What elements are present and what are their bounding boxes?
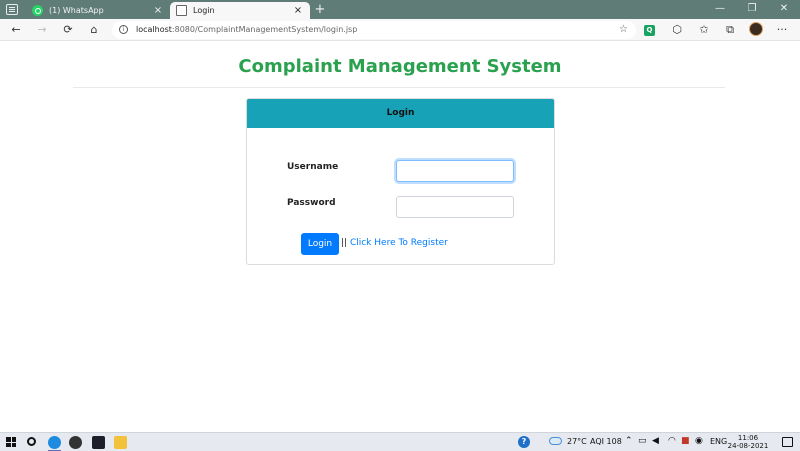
tab-title: Login (193, 6, 215, 15)
notification-icon[interactable] (782, 437, 793, 447)
file-explorer-icon[interactable] (114, 436, 127, 449)
profile-avatar[interactable] (749, 22, 763, 36)
new-tab-button[interactable]: + (313, 2, 327, 17)
wifi-icon[interactable]: ◠ (668, 436, 676, 446)
add-favorite-icon[interactable]: ☆ (619, 21, 628, 39)
home-button[interactable]: ⌂ (86, 22, 102, 38)
language-indicator[interactable]: ENG (710, 437, 727, 446)
windows-start-icon[interactable] (6, 437, 16, 447)
back-button[interactable]: ← (8, 22, 24, 38)
extension-icon[interactable]: Q (644, 25, 655, 36)
browser-tab-strip: (1) WhatsApp × Login × + — ❐ ✕ (0, 0, 800, 19)
favorites-icon[interactable]: ✩ (696, 22, 712, 38)
tab-whatsapp[interactable]: (1) WhatsApp × (26, 2, 170, 19)
address-bar[interactable]: i localhost:8080/ComplaintManagementSyst… (112, 21, 636, 39)
username-input[interactable] (396, 160, 514, 182)
login-button[interactable]: Login (301, 233, 339, 255)
browser-toolbar: ← → ⟳ ⌂ i localhost:8080/ComplaintManage… (0, 19, 800, 41)
clock-time: 11:06 (737, 434, 759, 442)
refresh-button[interactable]: ⟳ (60, 22, 76, 38)
restore-button[interactable]: ❐ (736, 1, 768, 17)
volume-icon[interactable]: ◀ (652, 436, 659, 446)
username-label: Username (287, 162, 339, 172)
extensions-puzzle-icon[interactable]: ⬡ (669, 22, 685, 38)
url-host: localhost (136, 25, 172, 34)
close-tab-icon[interactable]: × (292, 5, 304, 16)
weather-temperature[interactable]: 27°C (567, 437, 587, 446)
close-tab-icon[interactable]: × (152, 5, 164, 16)
tab-title: (1) WhatsApp (49, 6, 104, 15)
register-link[interactable]: Click Here To Register (350, 238, 448, 248)
window-close-button[interactable]: ✕ (768, 1, 800, 17)
sync-icon[interactable]: ◉ (695, 436, 703, 446)
weather-cloud-icon[interactable] (549, 437, 562, 445)
chevron-up-icon[interactable]: ⌃ (625, 436, 633, 446)
clock-date: 24-08-2021 (727, 442, 769, 450)
info-icon[interactable]: i (119, 25, 128, 34)
page-title: Complaint Management System (238, 56, 562, 77)
tab-login[interactable]: Login × (170, 2, 310, 19)
help-icon[interactable]: ? (518, 436, 530, 448)
system-clock[interactable]: 11:06 24-08-2021 (726, 434, 770, 450)
url-path: :8080/ComplaintManagementSystem/login.js… (171, 25, 358, 34)
app-tray-icon[interactable]: ■ (681, 436, 690, 446)
air-quality-index[interactable]: AQI 108 (590, 437, 622, 446)
login-card: Login Username Password Login || Click H… (246, 98, 555, 265)
register-separator: || (341, 238, 348, 248)
login-card-header: Login (247, 99, 554, 128)
page-icon (176, 5, 187, 16)
forward-button[interactable]: → (34, 22, 50, 38)
collections-icon[interactable]: ⧉ (722, 22, 738, 38)
obs-icon[interactable] (69, 436, 82, 449)
tab-actions-icon[interactable] (6, 4, 18, 15)
search-icon[interactable] (27, 437, 36, 446)
register-line: || Click Here To Register (341, 238, 448, 248)
edge-icon[interactable] (48, 436, 61, 449)
settings-menu-icon[interactable]: ··· (774, 22, 790, 38)
password-input[interactable] (396, 196, 514, 218)
terminal-icon[interactable] (92, 436, 105, 449)
minimize-button[interactable]: — (704, 1, 736, 17)
taskbar: ? 27°C AQI 108 ⌃ ▭ ◀ ◠ ■ ◉ ENG 11:06 24-… (0, 432, 800, 451)
title-divider (73, 87, 725, 88)
battery-icon[interactable]: ▭ (638, 436, 647, 446)
password-label: Password (287, 198, 336, 208)
whatsapp-icon (32, 5, 43, 16)
